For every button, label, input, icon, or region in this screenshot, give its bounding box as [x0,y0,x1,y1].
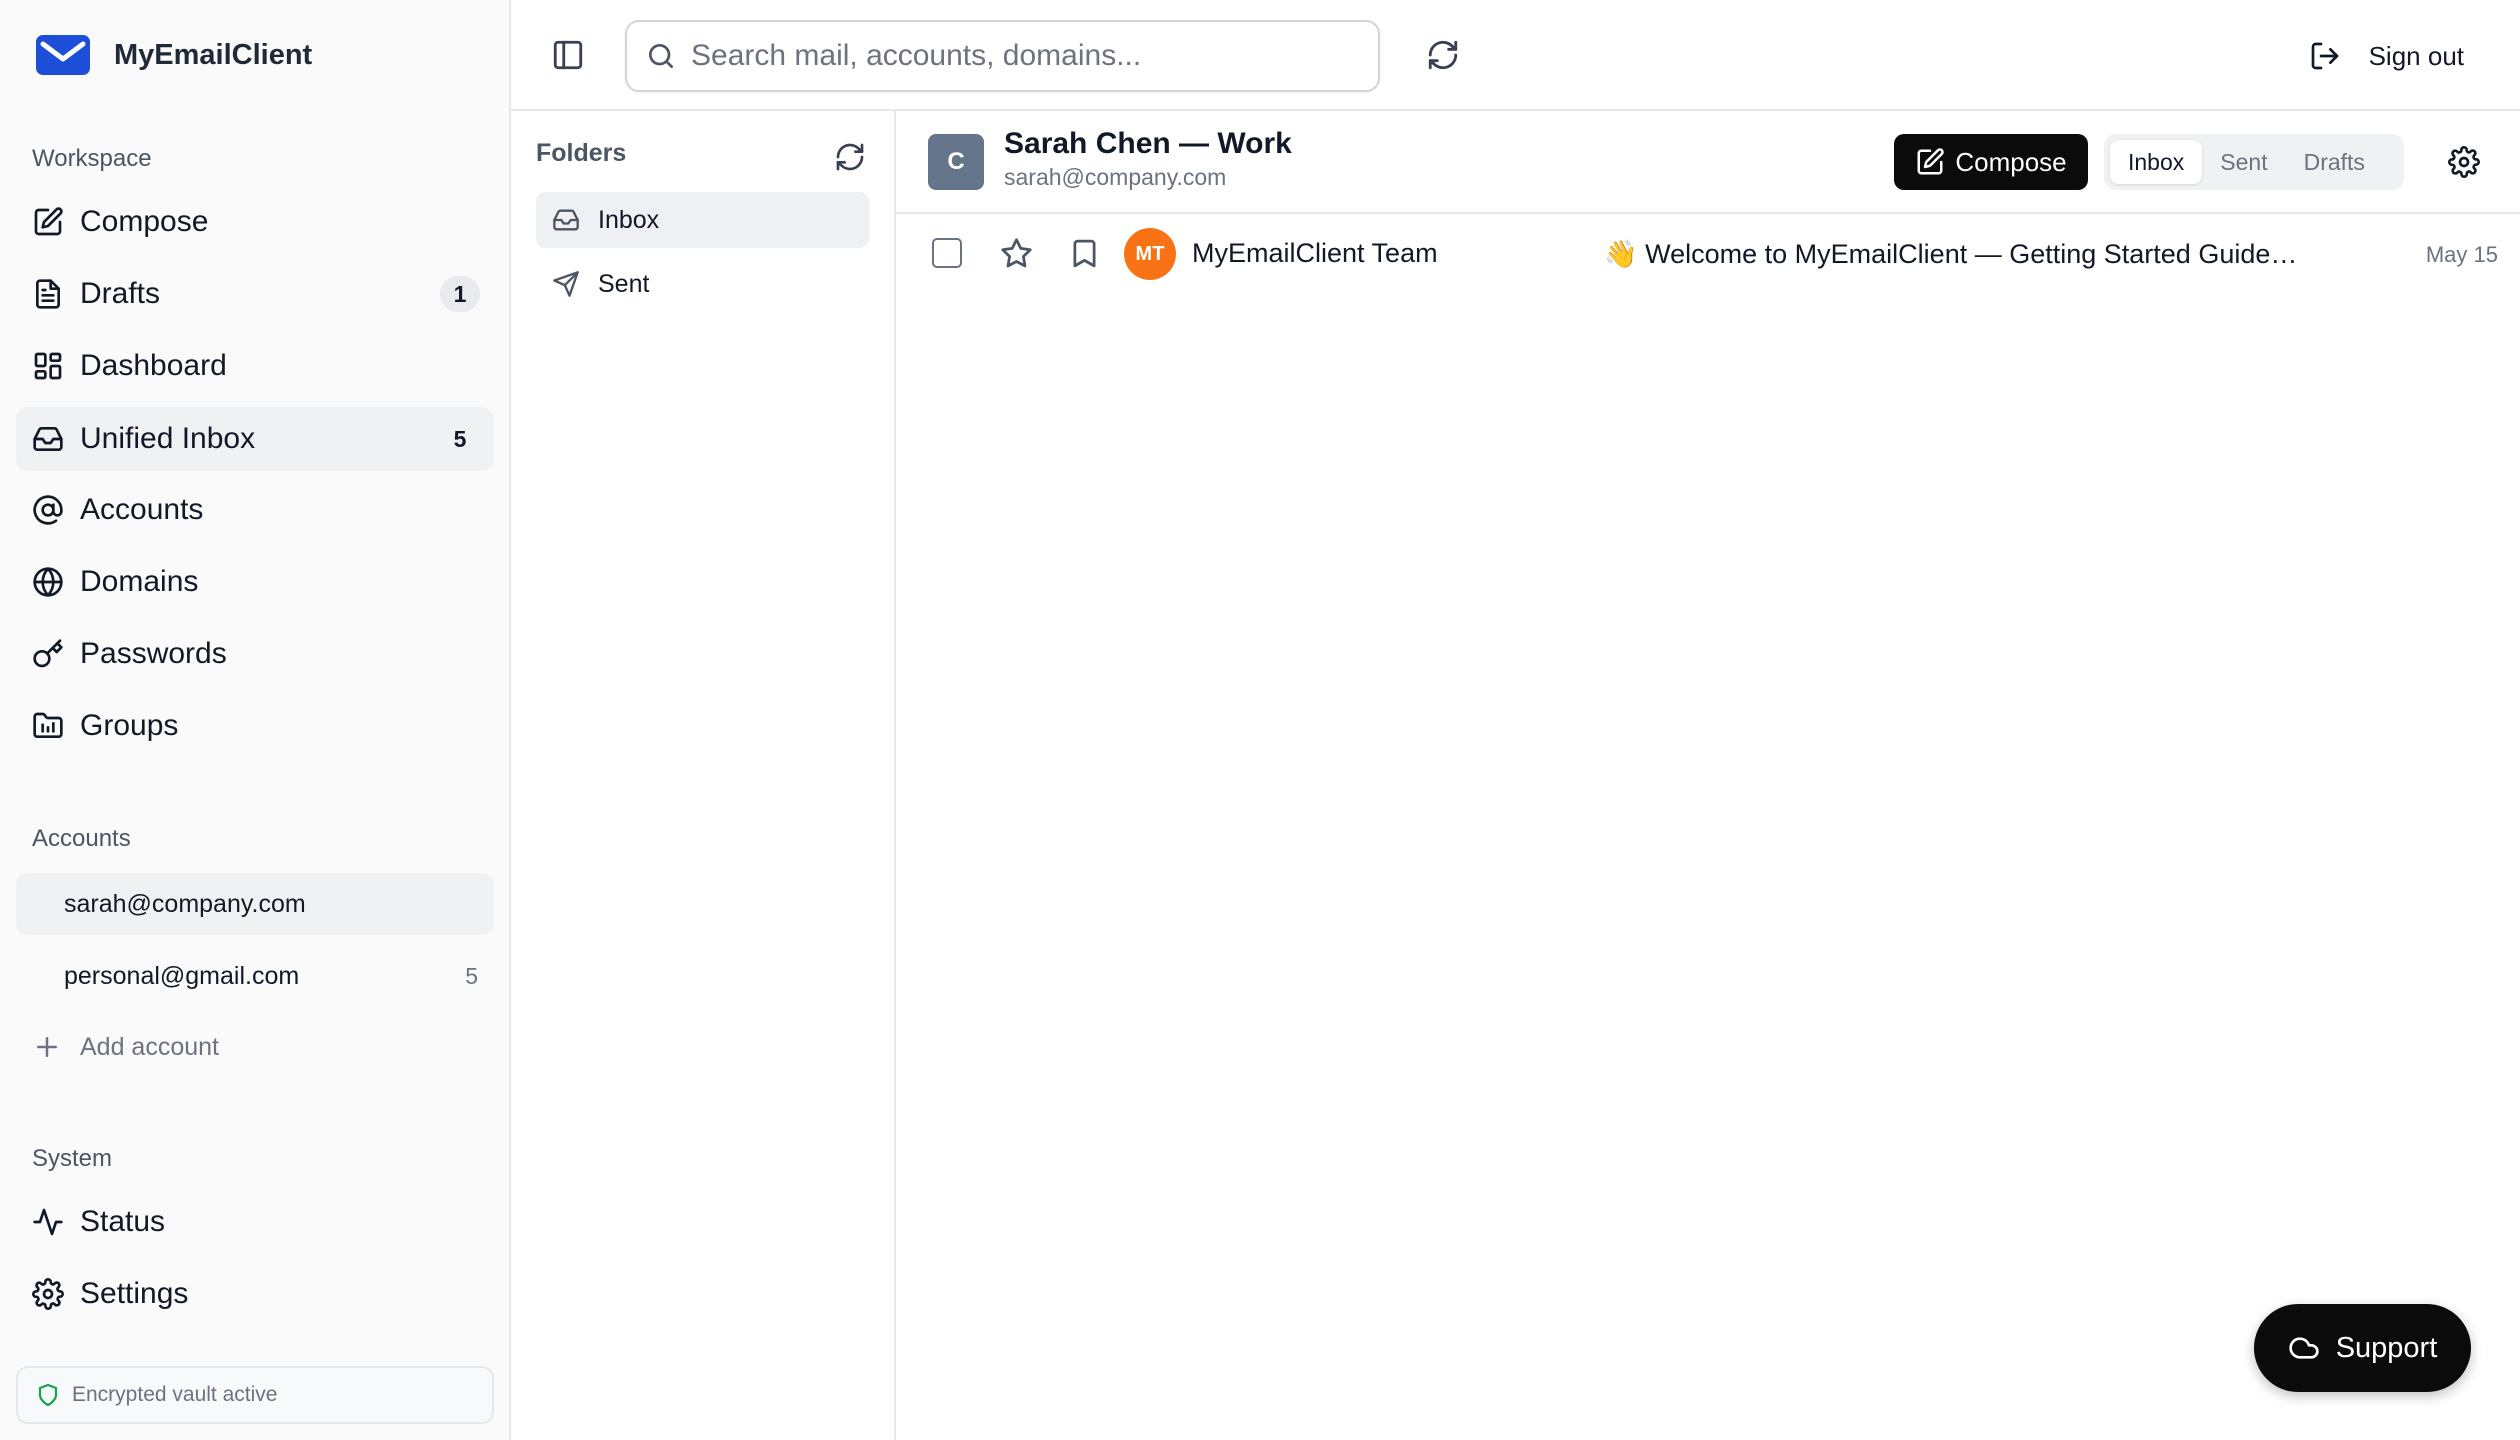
brand[interactable]: MyEmailClient [34,30,312,80]
sign-out-icon [2309,40,2341,72]
message-row[interactable]: MT MyEmailClient Team 👋 Welcome to MyEma… [896,214,2520,294]
vault-status-text: Encrypted vault active [72,1383,278,1406]
groups-icon [32,710,64,742]
folder-item-sent[interactable]: Sent [536,256,869,312]
sign-out-button[interactable]: Sign out [2309,34,2464,78]
search-box[interactable] [625,20,1380,92]
sidebar-item-domains[interactable]: Domains [16,550,494,614]
sender-avatar: MT [1124,228,1176,280]
sidebar-item-label: Groups [80,709,179,742]
dashboard-icon [32,350,64,382]
sign-out-label: Sign out [2368,40,2464,71]
key-icon [32,638,64,670]
compose-icon [1915,147,1945,177]
account-name: Sarah Chen — Work [1004,127,1292,160]
message-date: May 15 [2425,242,2498,267]
sidebar-item-label: Domains [80,565,199,598]
sidebar-item-label: Drafts [80,277,161,310]
shield-icon [36,1383,60,1407]
sidebar-item-accounts[interactable]: Accounts [16,478,494,542]
sidebar-item-unified-inbox[interactable]: Unified Inbox 5 [16,407,494,471]
sidebar-item-dashboard[interactable]: Dashboard [16,334,494,398]
add-account-button[interactable]: Add account [32,1025,219,1069]
folders-title: Folders [536,139,627,167]
account-header: C Sarah Chen — Work sarah@company.com Co… [896,111,2520,214]
activity-icon [32,1206,64,1238]
account-email: personal@gmail.com [64,961,300,990]
account-unread-count: 5 [465,962,478,989]
sidebar-item-status[interactable]: Status [16,1190,494,1254]
gear-icon [32,1278,64,1310]
cloud-icon [2288,1332,2320,1364]
compose-button[interactable]: Compose [1894,134,2088,190]
sidebar-item-label: Compose [80,205,209,238]
sidebar-toggle-icon[interactable] [551,38,585,72]
compose-label: Compose [1955,146,2067,177]
sidebar-account-personal[interactable]: personal@gmail.com 5 [16,945,494,1007]
account-email: sarah@company.com [64,889,306,918]
sidebar-item-groups[interactable]: Groups [16,694,494,758]
unified-inbox-count-badge: 5 [453,425,467,452]
folder-item-inbox[interactable]: Inbox [536,192,869,248]
bookmark-icon[interactable] [1068,237,1101,270]
sidebar-item-label: Status [80,1205,166,1238]
refresh-icon[interactable] [834,141,866,173]
support-label: Support [2335,1331,2438,1364]
globe-icon [32,566,64,598]
inbox-icon [32,423,64,455]
sidebar-item-settings[interactable]: Settings [16,1262,494,1326]
tab-sent[interactable]: Sent [2202,140,2285,184]
folder-label: Inbox [598,205,660,234]
sidebar-item-label: Unified Inbox [80,422,256,455]
support-button[interactable]: Support [2254,1304,2471,1392]
compose-icon [32,206,64,238]
sidebar: MyEmailClient Workspace Compose Drafts 1… [0,0,511,1440]
message-sender: MyEmailClient Team [1192,238,1438,268]
account-email: sarah@company.com [1004,164,1227,190]
at-icon [32,494,64,526]
document-icon [32,278,64,310]
search-icon [645,40,677,72]
sidebar-item-drafts[interactable]: Drafts 1 [16,262,494,326]
message-subject: 👋 Welcome to MyEmailClient — Getting Sta… [1604,239,2304,269]
folder-label: Sent [598,269,650,298]
tab-inbox[interactable]: Inbox [2110,140,2203,184]
drafts-count-badge: 1 [440,276,480,312]
inbox-icon [552,206,580,234]
mail-pane: C Sarah Chen — Work sarah@company.com Co… [896,111,2520,1440]
vault-status-indicator: Encrypted vault active [16,1366,494,1424]
search-input[interactable] [691,39,1341,73]
refresh-icon[interactable] [1426,38,1460,72]
account-avatar: C [928,134,984,190]
folders-panel: Folders Inbox Sent [511,111,896,1440]
add-account-label: Add account [80,1032,219,1061]
sidebar-item-passwords[interactable]: Passwords [16,622,494,686]
sidebar-account-work[interactable]: sarah@company.com [16,873,494,935]
workspace-section-label: Workspace [32,145,152,172]
star-icon[interactable] [1000,237,1033,270]
sidebar-item-label: Passwords [80,637,227,670]
gear-icon[interactable] [2448,146,2480,178]
sidebar-item-compose[interactable]: Compose [16,190,494,254]
send-icon [552,270,580,298]
system-section-label: System [32,1145,113,1172]
app-name: MyEmailClient [114,38,313,71]
folder-tabs: Inbox Sent Drafts [2104,134,2404,190]
sidebar-item-label: Settings [80,1277,189,1310]
select-checkbox[interactable] [932,238,962,268]
accounts-section-label: Accounts [32,825,131,852]
sidebar-item-label: Accounts [80,493,204,526]
plus-icon [32,1032,62,1062]
tab-drafts[interactable]: Drafts [2286,140,2383,184]
mail-logo-icon [34,32,92,78]
sidebar-item-label: Dashboard [80,349,227,382]
top-bar: Sign out [511,0,2520,111]
